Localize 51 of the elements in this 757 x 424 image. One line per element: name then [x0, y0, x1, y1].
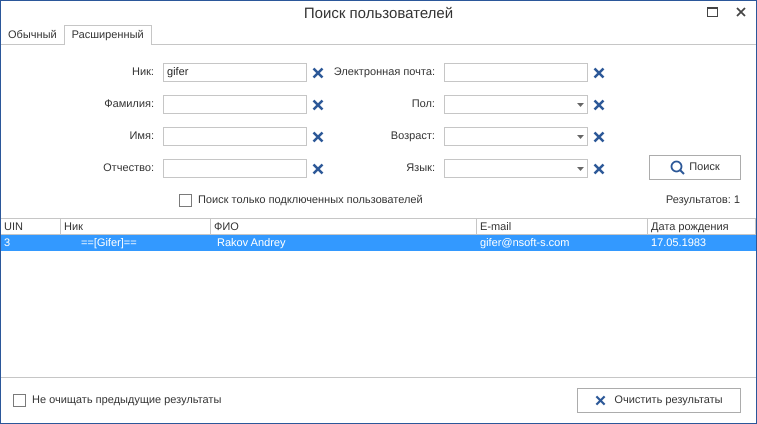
column-header[interactable]: UIN: [1, 219, 61, 234]
dropdown-arrow-icon[interactable]: [577, 134, 584, 138]
field-label: Электронная почта:: [332, 65, 435, 80]
field-label: Отчество:: [102, 161, 154, 176]
column-header[interactable]: E-mail: [477, 219, 648, 234]
checkbox[interactable]: [13, 394, 26, 407]
checkbox-label: Поиск только подключенных пользователей: [198, 193, 423, 208]
table-cell-text: 17.05.1983: [650, 236, 708, 251]
input-field[interactable]: [163, 95, 307, 114]
checkbox-label: Не очищать предыдущие результаты: [32, 393, 222, 408]
table-cell-text: gifer@nsoft-s.com: [479, 236, 570, 251]
clear-icon[interactable]: [312, 98, 324, 110]
checkbox[interactable]: [179, 194, 192, 207]
clear-icon[interactable]: [312, 130, 324, 142]
tab[interactable]: Расширенный: [64, 25, 152, 45]
column-header[interactable]: Дата рождения: [648, 219, 756, 234]
field-label: Фамилия:: [103, 97, 154, 112]
clear-icon[interactable]: [593, 66, 605, 78]
close-icon[interactable]: [736, 7, 746, 17]
clear-icon[interactable]: [312, 66, 324, 78]
field-label: Язык:: [405, 161, 435, 176]
input-field[interactable]: [444, 63, 588, 82]
tab[interactable]: Обычный: [1, 27, 64, 44]
table-cell-text: ==[Gifer]==: [80, 236, 138, 251]
input-field[interactable]: gifer: [163, 63, 307, 82]
column-header[interactable]: ФИО: [211, 219, 477, 234]
table-cell-text: 3: [3, 236, 12, 251]
clear-icon[interactable]: [312, 162, 324, 174]
dropdown-field[interactable]: [444, 159, 588, 178]
window-title: Поиск пользователей: [304, 4, 454, 24]
dropdown-field[interactable]: [444, 127, 588, 146]
dropdown-arrow-icon[interactable]: [577, 166, 584, 170]
clear-icon[interactable]: [593, 130, 605, 142]
column-header[interactable]: Ник: [61, 219, 211, 234]
dropdown-arrow-icon[interactable]: [577, 102, 584, 106]
field-label: Ник:: [131, 65, 154, 80]
results-count: Результатов: 1: [666, 193, 740, 208]
search-button[interactable]: Поиск: [649, 155, 741, 180]
clear-icon[interactable]: [593, 98, 605, 110]
clear-results-button[interactable]: Очистить результаты: [577, 388, 741, 413]
clear-icon: [595, 395, 606, 406]
input-field[interactable]: [163, 127, 307, 146]
field-label: Возраст:: [390, 129, 435, 144]
dropdown-field[interactable]: [444, 95, 588, 114]
field-label: Пол:: [410, 97, 435, 112]
search-icon: [670, 160, 686, 175]
input-field[interactable]: [163, 159, 307, 178]
clear-icon[interactable]: [593, 162, 605, 174]
maximize-icon[interactable]: [707, 7, 718, 17]
table-cell-text: Rakov Andrey: [216, 236, 286, 251]
field-label: Имя:: [128, 129, 154, 144]
